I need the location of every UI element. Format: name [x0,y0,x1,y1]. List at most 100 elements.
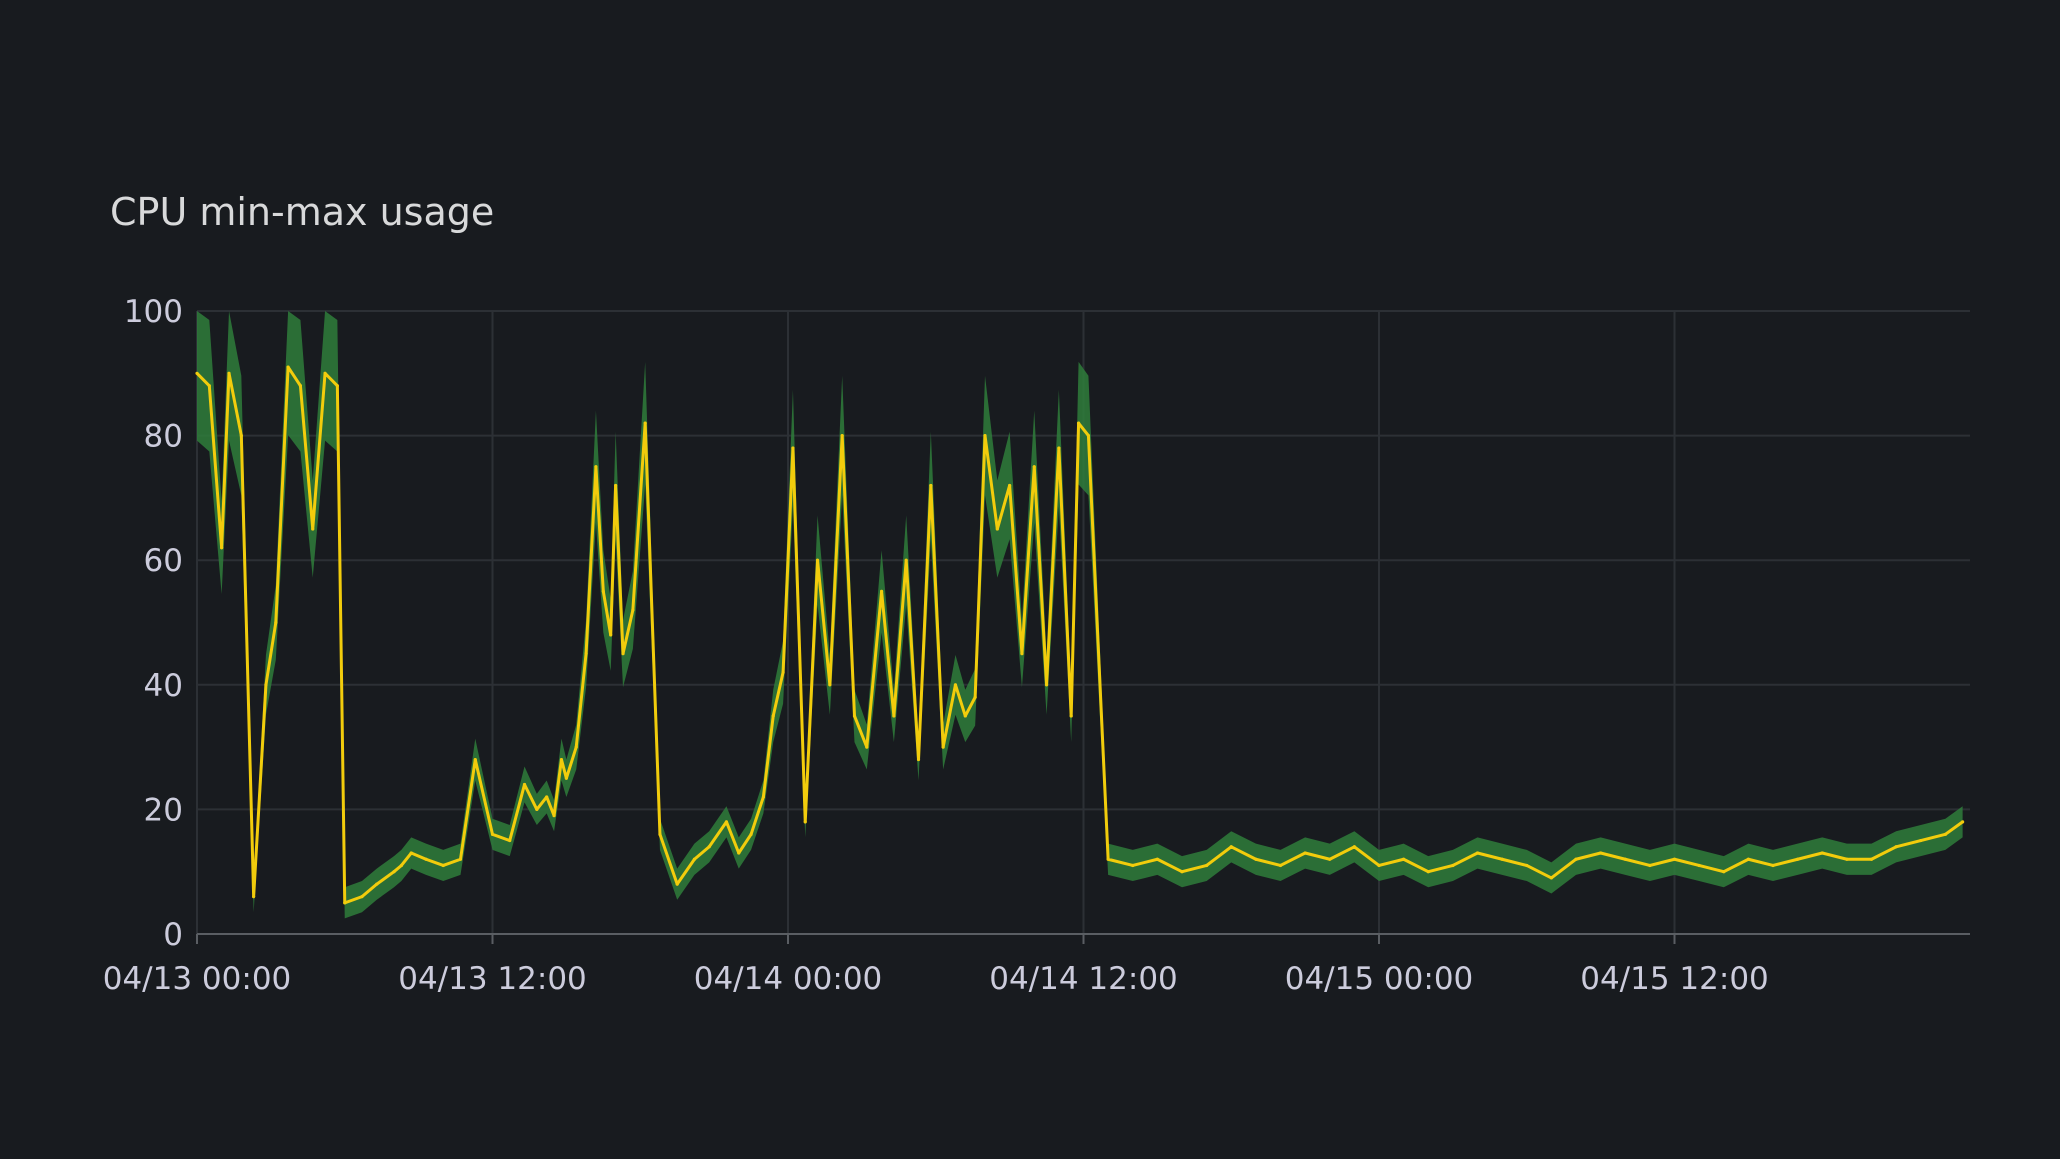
data-point [1057,446,1061,450]
data-point [771,714,775,718]
data-point [1377,863,1381,868]
data-point [621,652,625,656]
data-point [1820,851,1824,855]
data-point [953,683,958,687]
data-point [1229,845,1233,849]
data-point [692,857,697,861]
data-point [1008,483,1012,488]
data-point [409,851,413,855]
data-point [1254,857,1258,861]
data-point [535,807,539,812]
data-point [220,546,224,550]
data-point [1278,863,1283,868]
data-point [1574,857,1578,861]
data-point [1771,863,1775,868]
x-tick-label: 04/13 12:00 [398,961,587,997]
data-point [1044,683,1049,687]
data-point [1451,863,1455,868]
data-point [311,527,315,531]
data-point [643,421,647,425]
y-tick-label: 20 [144,792,183,828]
data-point [343,901,347,905]
data-point [1672,857,1677,861]
data-point [761,795,765,799]
data-point [564,776,568,780]
data-point [1722,870,1726,874]
data-point [724,820,729,824]
data-point [1328,857,1332,861]
data-point [904,558,908,562]
data-point [399,863,403,868]
data-point [552,814,556,818]
data-point [865,745,869,749]
data-point [983,434,987,438]
data-point [1845,857,1849,861]
data-point [1352,845,1356,849]
data-point [335,384,339,388]
data-point [929,483,933,488]
data-point [473,757,477,762]
data-point [559,757,564,762]
y-tick-label: 80 [144,419,183,455]
data-point [584,652,588,656]
data-point [1894,845,1898,849]
data-point [1746,857,1750,861]
data-point [375,882,379,886]
data-point [1961,820,1965,824]
x-tick-label: 04/13 00:00 [103,961,292,997]
data-point [1076,421,1081,425]
data-point [781,670,785,674]
data-point [1549,876,1553,880]
data-point [1525,863,1529,868]
data-point [840,434,844,438]
data-point [803,820,807,824]
data-point [963,714,967,718]
data-point [675,882,679,886]
data-point [424,857,428,861]
data-point [1697,863,1701,868]
data-point [1086,434,1091,438]
data-point [1599,851,1603,855]
data-point [274,620,278,625]
y-tick-label: 40 [144,668,183,704]
data-point [298,384,303,388]
data-point [1402,857,1406,861]
data-point [594,465,598,469]
data-point [815,558,820,562]
data-point [614,483,618,488]
data-point [1500,857,1504,861]
y-tick-label: 60 [144,543,183,579]
data-point [252,895,256,899]
data-point [286,365,290,369]
data-point [323,371,327,375]
data-point [574,745,578,749]
data-point [1919,838,1923,843]
data-point [707,845,711,849]
data-point [1426,870,1430,874]
data-point [1869,857,1874,861]
data-point [658,832,662,836]
y-tick-label: 0 [163,917,183,953]
data-point [458,857,463,861]
data-point [264,683,268,687]
data-point [995,527,999,531]
data-point [1303,851,1307,855]
data-point [1475,851,1480,855]
data-point [737,851,741,855]
data-point [1623,857,1627,861]
data-point [1155,857,1159,861]
data-point [1180,870,1184,874]
data-point [916,757,921,762]
data-point [852,714,857,718]
data-point [828,683,832,687]
y-tick-label: 100 [124,294,183,330]
data-point [1032,465,1036,469]
data-point [1796,857,1800,861]
data-point [207,384,211,388]
data-point [195,371,199,375]
data-point [609,633,613,637]
data-point [1648,863,1652,868]
data-point [545,795,549,799]
data-point [601,589,605,593]
data-point [892,714,896,718]
